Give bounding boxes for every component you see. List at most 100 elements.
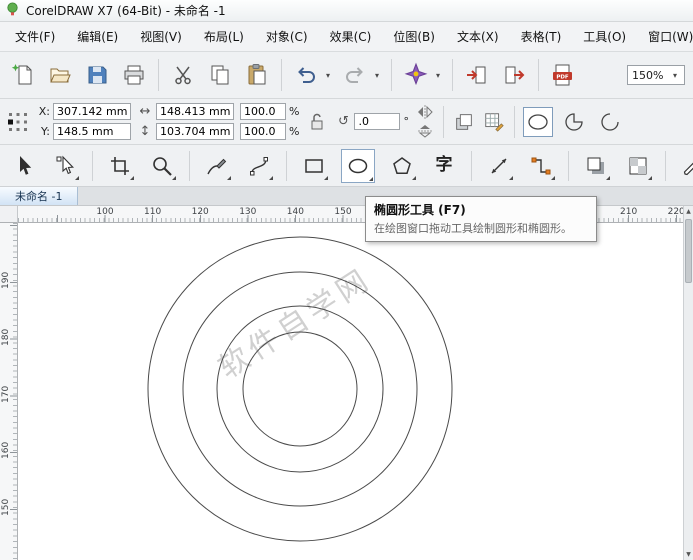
publish-pdf-button[interactable]: PDF <box>548 60 578 90</box>
v-ruler-label: 170 <box>1 387 11 403</box>
application-launcher-button[interactable] <box>401 60 431 90</box>
concentric-circles[interactable] <box>18 223 683 560</box>
menu-item-7[interactable]: 文本(X) <box>446 23 510 50</box>
toolbox: 字 <box>0 145 693 187</box>
color-eyedropper-tool-button[interactable] <box>678 151 693 181</box>
connector-tool-button[interactable] <box>526 151 556 181</box>
menu-item-3[interactable]: 布局(L) <box>193 23 255 50</box>
grid-options-button[interactable] <box>482 110 506 134</box>
menu-item-8[interactable]: 表格(T) <box>510 23 573 50</box>
freehand-tool-button[interactable] <box>202 151 232 181</box>
menu-item-10[interactable]: 窗口(W) <box>637 23 693 50</box>
undo-dropdown-caret[interactable]: ▾ <box>323 71 333 80</box>
toolbar-separator <box>443 106 444 138</box>
rectangle-tool-icon <box>303 155 325 177</box>
shape-tool-button[interactable] <box>50 151 80 181</box>
toolbar-separator <box>391 59 392 91</box>
menu-item-2[interactable]: 视图(V) <box>129 23 193 50</box>
rectangle-tool-button[interactable] <box>299 151 329 181</box>
redo-dropdown-caret[interactable]: ▾ <box>372 71 382 80</box>
percent-sign: % <box>289 125 299 138</box>
menu-item-4[interactable]: 对象(C) <box>255 23 319 50</box>
export-icon <box>502 63 526 87</box>
object-position-grid[interactable] <box>6 110 30 134</box>
zoom-dropdown-caret: ▾ <box>670 71 680 80</box>
open-button[interactable] <box>45 60 75 90</box>
save-button[interactable] <box>82 60 112 90</box>
order-objects-button[interactable] <box>452 110 476 134</box>
mirror-vertical-button[interactable] <box>415 123 435 139</box>
redo-button[interactable] <box>340 60 370 90</box>
toolbar-separator <box>158 59 159 91</box>
menu-item-5[interactable]: 效果(C) <box>319 23 383 50</box>
zoom-level-combo[interactable]: 150% ▾ <box>627 65 685 85</box>
zoom-tool-button[interactable] <box>147 151 177 181</box>
polygon-tool-button[interactable] <box>387 151 417 181</box>
text-tool-button[interactable]: 字 <box>429 151 459 181</box>
zoom-tool-icon <box>151 155 173 177</box>
connector-tool-icon <box>530 155 552 177</box>
bezier-tool-button[interactable] <box>244 151 274 181</box>
crop-tool-icon <box>109 155 131 177</box>
toolbox-separator <box>568 151 569 181</box>
copy-button[interactable] <box>205 60 235 90</box>
import-button[interactable] <box>462 60 492 90</box>
v-ruler-label: 190 <box>1 273 11 289</box>
rotation-angle-input[interactable] <box>354 113 400 130</box>
object-width-input[interactable] <box>156 103 234 120</box>
toolbox-separator <box>286 151 287 181</box>
scale-vertical-input[interactable] <box>240 123 286 140</box>
arc-mode-button[interactable] <box>595 107 625 137</box>
property-bar: X: Y: ↔ ↕ % % <box>0 99 693 145</box>
x-position-input[interactable] <box>53 103 131 120</box>
y-position-input[interactable] <box>53 123 131 140</box>
object-height-input[interactable] <box>156 123 234 140</box>
mirror-horizontal-button[interactable] <box>415 104 435 120</box>
launcher-dropdown-caret[interactable]: ▾ <box>433 71 443 80</box>
text-tool-icon: 字 <box>436 157 453 174</box>
coreldraw-logo-icon <box>5 2 20 20</box>
crop-tool-button[interactable] <box>105 151 135 181</box>
scroll-down-button[interactable]: ▼ <box>684 549 693 560</box>
polygon-tool-icon <box>391 155 413 177</box>
pie-mode-button[interactable] <box>559 107 589 137</box>
paste-button[interactable] <box>242 60 272 90</box>
transparency-tool-icon <box>627 155 649 177</box>
ellipse-tool-button[interactable] <box>341 149 375 183</box>
import-icon <box>465 63 489 87</box>
ellipse-mode-button[interactable] <box>523 107 553 137</box>
scrollbar-thumb[interactable] <box>685 219 692 283</box>
pick-tool-button[interactable] <box>8 151 38 181</box>
ruler-corner <box>0 206 18 223</box>
tooltip-title: 椭圆形工具 (F7) <box>374 201 588 218</box>
application-launcher-icon <box>403 62 429 88</box>
menu-item-1[interactable]: 编辑(E) <box>66 23 129 50</box>
v-ruler-label: 150 <box>1 500 11 516</box>
vertical-ruler[interactable]: 190180170160150 <box>0 223 18 560</box>
menu-item-9[interactable]: 工具(O) <box>572 23 637 50</box>
lock-ratio-button[interactable] <box>305 110 329 134</box>
new-document-button[interactable] <box>8 60 38 90</box>
drop-shadow-tool-button[interactable] <box>581 151 611 181</box>
undo-button[interactable] <box>291 60 321 90</box>
object-position-grid-icon <box>7 111 29 133</box>
dimension-tool-button[interactable] <box>484 151 514 181</box>
cut-icon <box>171 63 195 87</box>
scale-horizontal-input[interactable] <box>240 103 286 120</box>
cut-button[interactable] <box>168 60 198 90</box>
dimension-tool-icon <box>488 155 510 177</box>
document-tab[interactable]: 未命名 -1 <box>0 187 78 205</box>
print-button[interactable] <box>119 60 149 90</box>
export-button[interactable] <box>499 60 529 90</box>
shape-tool-icon <box>54 155 76 177</box>
h-ruler-label: 150 <box>334 207 351 217</box>
menu-item-0[interactable]: 文件(F) <box>4 23 66 50</box>
scroll-up-button[interactable]: ▲ <box>684 206 693 217</box>
h-ruler-label: 110 <box>144 207 161 217</box>
drawing-canvas[interactable]: 软件自学网 <box>18 223 683 560</box>
transparency-tool-button[interactable] <box>623 151 653 181</box>
vertical-scrollbar[interactable]: ▲ ▼ <box>683 206 693 560</box>
undo-icon <box>294 63 318 87</box>
menu-item-6[interactable]: 位图(B) <box>382 23 446 50</box>
height-icon: ↕ <box>137 124 153 139</box>
